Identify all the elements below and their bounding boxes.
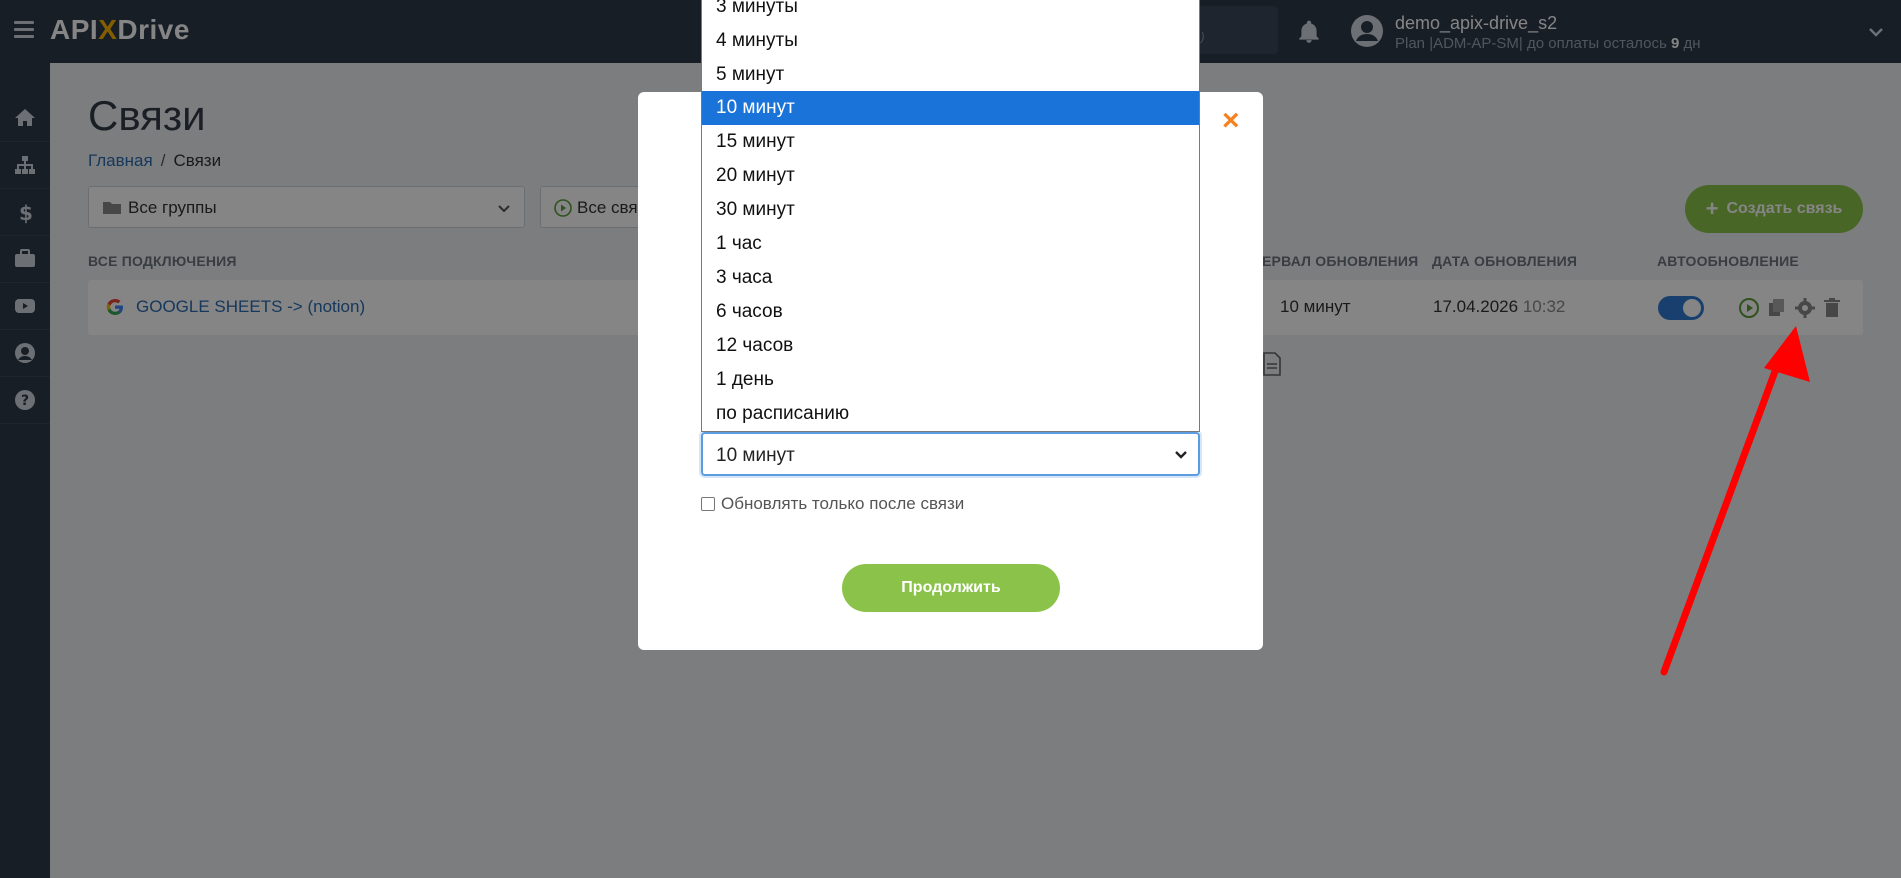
chevron-down-icon: [1175, 451, 1187, 459]
dropdown-option[interactable]: 1 день: [702, 363, 1199, 397]
dropdown-option[interactable]: 20 минут: [702, 159, 1199, 193]
continue-button[interactable]: Продолжить: [842, 564, 1060, 612]
interval-select[interactable]: 10 минут: [701, 432, 1200, 476]
dropdown-option[interactable]: по расписанию: [702, 397, 1199, 431]
update-after-connection-option: Обновлять только после связи: [701, 494, 964, 514]
checkbox-label: Обновлять только после связи: [721, 494, 965, 513]
dropdown-option-selected[interactable]: 10 минут: [702, 91, 1199, 125]
dropdown-option[interactable]: 15 минут: [702, 125, 1199, 159]
close-icon[interactable]: ×: [1222, 106, 1240, 136]
dropdown-option[interactable]: 5 минут: [702, 58, 1199, 92]
dropdown-option[interactable]: 3 минуты: [702, 0, 1199, 24]
dropdown-option[interactable]: 4 минуты: [702, 24, 1199, 58]
dropdown-option[interactable]: 3 часа: [702, 261, 1199, 295]
dropdown-option[interactable]: 12 часов: [702, 329, 1199, 363]
annotation-arrow: [1660, 326, 1810, 676]
dropdown-option[interactable]: 1 час: [702, 227, 1199, 261]
dropdown-option[interactable]: 30 минут: [702, 193, 1199, 227]
dropdown-option[interactable]: 6 часов: [702, 295, 1199, 329]
update-after-connection-checkbox[interactable]: [701, 497, 715, 511]
interval-dropdown-list: 3 минуты 4 минуты 5 минут 10 минут 15 ми…: [701, 0, 1200, 432]
